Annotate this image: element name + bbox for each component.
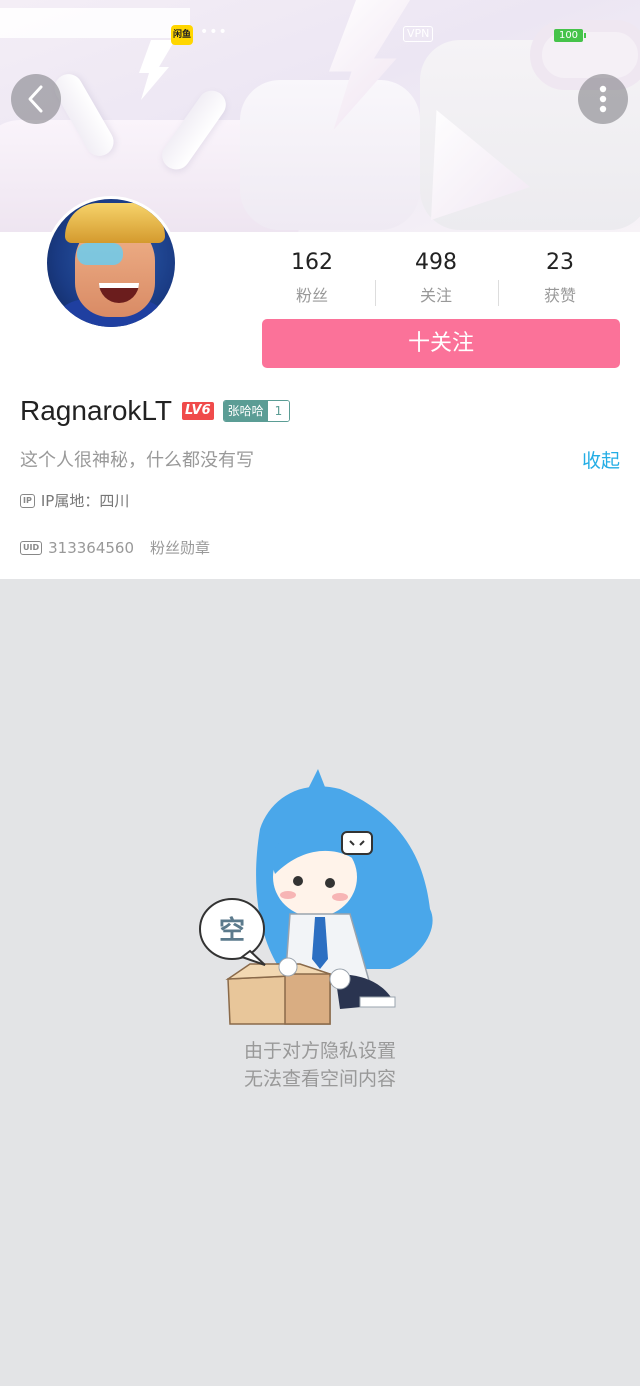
uid-value[interactable]: 313364560 [48,539,134,557]
private-message-line: 无法查看空间内容 [243,1068,396,1090]
uid-icon: UID [20,540,43,555]
bio-text: 这个人很神秘，什么都没有写 [20,450,254,471]
private-message: 由于对方隐私设置 无法查看空间内容 [0,1037,640,1093]
more-vertical-icon [599,85,607,113]
more-notifications-icon: ••• [200,24,228,40]
status-bar-overlay [0,8,190,38]
username-row: RagnarokLT LV6 张哈哈 1 [20,394,291,428]
bubble-text: 空 [219,915,245,946]
chevron-left-icon [28,85,43,113]
app-notification-icon: 闲鱼 [171,25,193,45]
private-message-line: 由于对方隐私设置 [243,1040,396,1062]
vpn-icon: VPN [403,26,434,42]
collapse-link[interactable]: 收起 [582,446,620,473]
fans-medal-link[interactable]: 粉丝勋章 [150,537,210,558]
empty-mascot-illustration: 空 [199,769,433,1025]
uid-row: UID 313364560 粉丝勋章 [20,537,210,558]
stat-label: 关注 [419,286,452,305]
ip-location-row: IP IP属地：四川 [20,490,129,511]
stat-label: 粉丝 [295,286,328,305]
ip-location: IP属地：四川 [40,492,130,510]
level-badge: LV6 [182,402,214,420]
stat-following[interactable]: 498 关注 [374,250,498,306]
stat-value: 498 [415,250,457,275]
medal-name: 张哈哈 [223,401,268,421]
username: RagnarokLT [20,395,173,426]
battery-icon: 100 [554,29,586,42]
ip-icon: IP [20,493,35,508]
back-button[interactable] [11,74,61,124]
medal-level: 1 [267,401,290,421]
stat-label: 获赞 [543,286,576,305]
private-space-area: 空 由于对方隐私设置 无法查看空间内容 [0,579,640,1386]
avatar-image [47,199,175,327]
stat-fans[interactable]: 162 粉丝 [250,250,374,306]
follow-button[interactable]: 十关注 [262,319,620,368]
banner-shape [240,80,420,230]
stat-likes[interactable]: 23 获赞 [498,250,622,306]
status-bar: 闲鱼 ••• VPN 100 [0,0,640,70]
stat-value: 162 [291,250,333,275]
fan-medal-badge[interactable]: 张哈哈 1 [222,400,291,422]
stats-bar: 162 粉丝 498 关注 23 获赞 [250,250,620,310]
more-options-button[interactable] [578,74,628,124]
stat-value: 23 [546,250,574,275]
avatar[interactable] [44,196,178,330]
